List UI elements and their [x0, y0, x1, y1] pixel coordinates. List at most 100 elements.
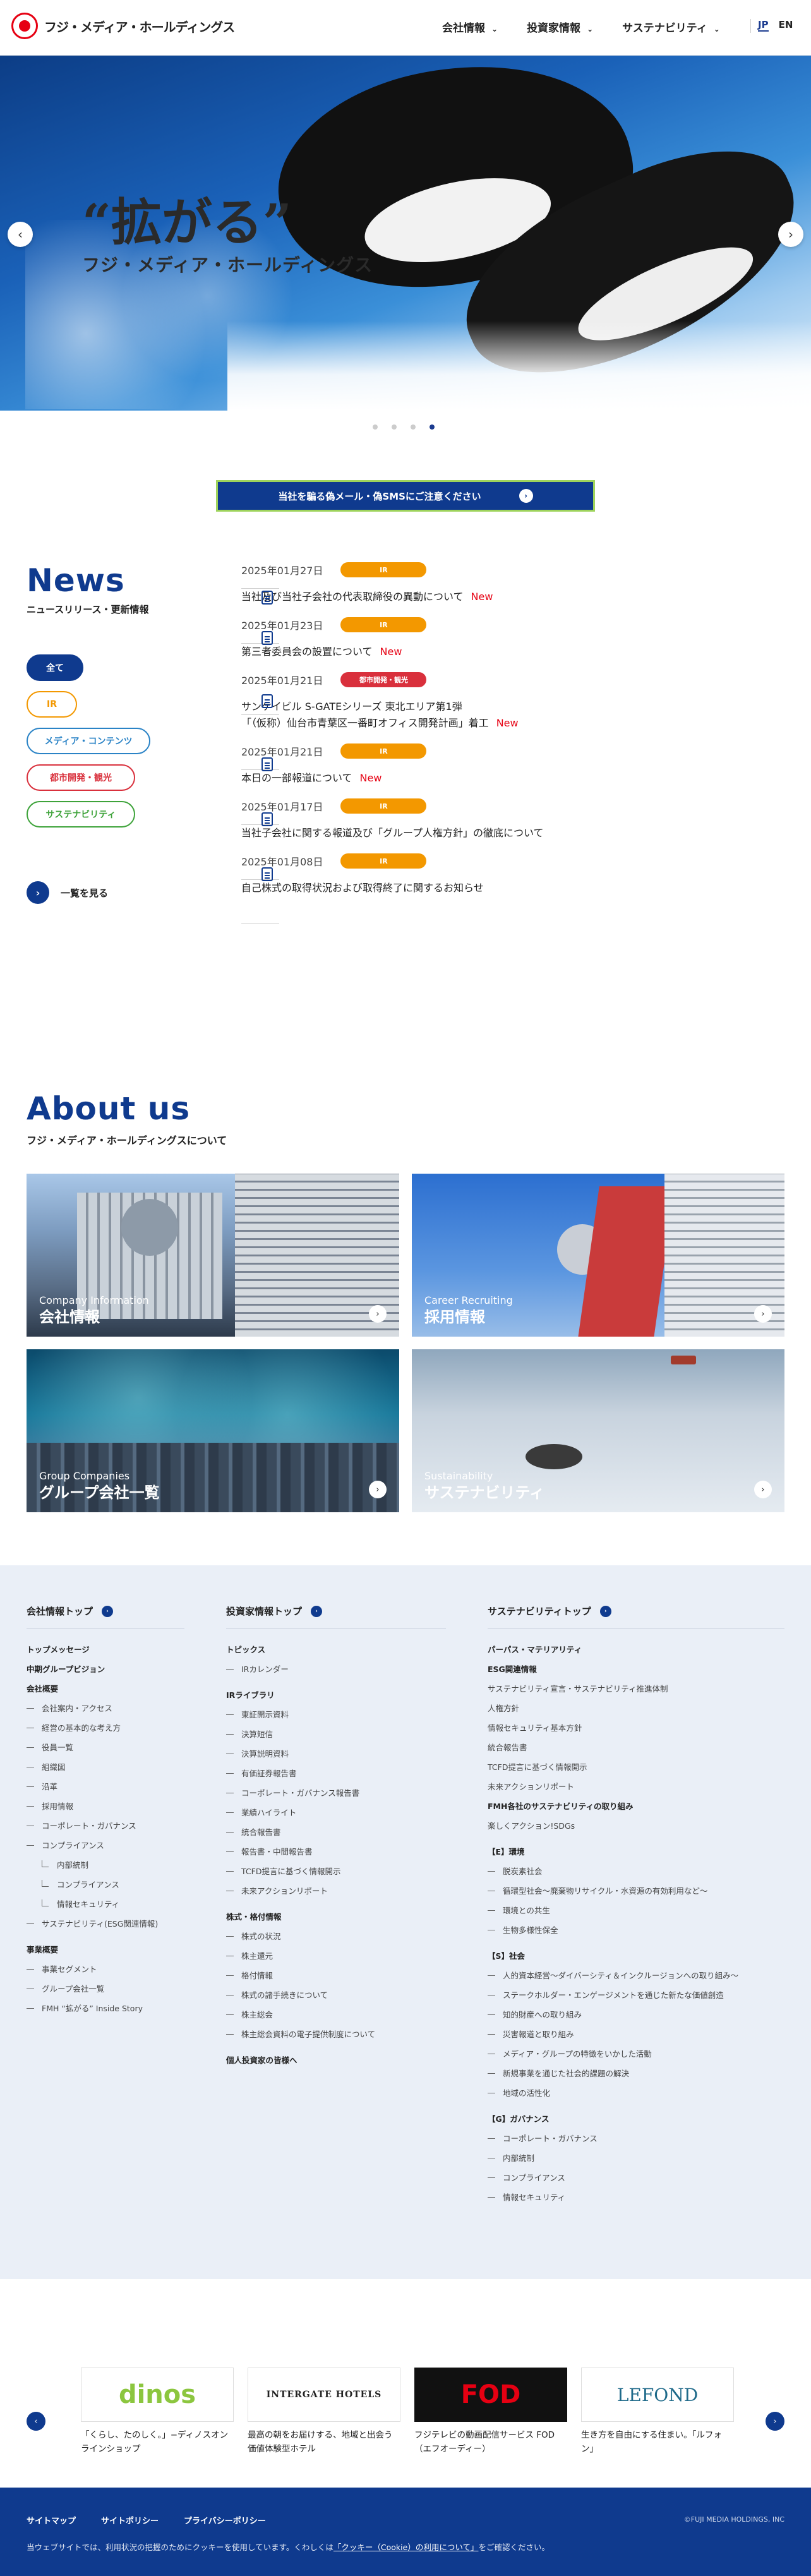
hero-prev-button[interactable]: ‹: [8, 222, 33, 247]
sitemap-link[interactable]: 【E】環境: [488, 1842, 784, 1862]
nav-ir[interactable]: 投資家情報 ⌄: [527, 19, 593, 35]
nav-company[interactable]: 会社情報 ⌄: [442, 19, 498, 35]
sitemap-link[interactable]: 事業概要: [27, 1940, 184, 1959]
about-card-recruit[interactable]: Career Recruiting 採用情報 ›: [412, 1174, 784, 1337]
nav-sustainability[interactable]: サステナビリティ ⌄: [622, 19, 720, 35]
sitemap-link[interactable]: 人権方針: [488, 1699, 784, 1718]
footer-link-privacy[interactable]: プライバシーポリシー: [184, 2514, 266, 2526]
sitemap-link[interactable]: 株主還元: [226, 1946, 446, 1966]
lang-en[interactable]: EN: [779, 19, 793, 32]
sitemap-link[interactable]: 新規事業を通じた社会的課題の解決: [488, 2064, 784, 2083]
sitemap-link[interactable]: 内部統制: [27, 1855, 184, 1875]
banner-fod[interactable]: FOD フジテレビの動画配信サービス FOD（エフオーディー）: [414, 2368, 567, 2456]
news-filter-button[interactable]: 全て: [27, 654, 83, 681]
news-filter-button[interactable]: サステナビリティ: [27, 801, 135, 828]
news-filter-button[interactable]: IR: [27, 691, 77, 718]
sitemap-link[interactable]: 人的資本経営～ダイバーシティ＆インクルージョンへの取り組み～: [488, 1966, 784, 1985]
sitemap-link[interactable]: 沿革: [27, 1777, 184, 1797]
sitemap-link[interactable]: 統合報告書: [488, 1738, 784, 1757]
news-filter-button[interactable]: 都市開発・観光: [27, 764, 135, 791]
sitemap-link[interactable]: 中期グループビジョン: [27, 1659, 184, 1679]
footer-link-sitemap[interactable]: サイトマップ: [27, 2514, 76, 2526]
sitemap-link[interactable]: 内部統制: [488, 2148, 784, 2168]
sitemap-link[interactable]: 組織図: [27, 1757, 184, 1777]
cookie-policy-link[interactable]: 「クッキー（Cookie）の利用について」: [333, 2543, 479, 2552]
sitemap-link[interactable]: 循環型社会～廃棄物リサイクル・水資源の有効利用など～: [488, 1881, 784, 1901]
sitemap-link[interactable]: 未来アクションリポート: [488, 1777, 784, 1797]
sitemap-head-ir[interactable]: 投資家情報トップ ›: [226, 1604, 446, 1628]
sitemap-link[interactable]: メディア・グループの特徴をいかした活動: [488, 2044, 784, 2064]
slide-dot[interactable]: [392, 424, 397, 430]
sitemap-link[interactable]: 未来アクションリポート: [226, 1881, 446, 1901]
sitemap-link[interactable]: サステナビリティ(ESG関連情報): [27, 1914, 184, 1934]
sitemap-link[interactable]: 決算短信: [226, 1724, 446, 1744]
sitemap-link[interactable]: トピックス: [226, 1640, 446, 1659]
sitemap-link[interactable]: 会社概要: [27, 1679, 184, 1699]
sitemap-link[interactable]: 【S】社会: [488, 1946, 784, 1966]
news-filter-button[interactable]: メディア・コンテンツ: [27, 728, 150, 754]
sitemap-link[interactable]: 生物多様性保全: [488, 1920, 784, 1940]
sitemap-link[interactable]: 情報セキュリティ: [488, 2188, 784, 2207]
sitemap-link[interactable]: 株主総会: [226, 2005, 446, 2025]
sitemap-link[interactable]: TCFD提言に基づく情報開示: [226, 1862, 446, 1881]
site-logo[interactable]: フジ・メディア・ホールディングス: [11, 13, 235, 39]
banner-dinos[interactable]: dinos 「くらし、たのしく。」−ディノスオンラインショップ: [81, 2368, 234, 2456]
slide-dot[interactable]: [411, 424, 416, 430]
sitemap-link[interactable]: コンプライアンス: [27, 1836, 184, 1855]
about-card-group[interactable]: Group Companies グループ会社一覧 ›: [27, 1349, 399, 1512]
sitemap-link[interactable]: 個人投資家の皆様へ: [226, 2050, 446, 2070]
sitemap-link[interactable]: FMH各社のサステナビリティの取り組み: [488, 1797, 784, 1816]
sitemap-link[interactable]: 株式の諸手続きについて: [226, 1985, 446, 2005]
sitemap-link[interactable]: 業績ハイライト: [226, 1803, 446, 1822]
sitemap-link[interactable]: ESG関連情報: [488, 1659, 784, 1679]
sitemap-head-company[interactable]: 会社情報トップ ›: [27, 1604, 184, 1628]
sitemap-link[interactable]: 脱炭素社会: [488, 1862, 784, 1881]
sitemap-link[interactable]: 格付情報: [226, 1966, 446, 1985]
sitemap-link[interactable]: 採用情報: [27, 1797, 184, 1816]
sitemap-link[interactable]: パーパス・マテリアリティ: [488, 1640, 784, 1659]
sitemap-link[interactable]: コーポレート・ガバナンス: [27, 1816, 184, 1836]
sitemap-link[interactable]: 株式の状況: [226, 1927, 446, 1946]
sitemap-link[interactable]: 【G】ガバナンス: [488, 2109, 784, 2129]
banner-prev-button[interactable]: ‹: [27, 2412, 45, 2431]
sitemap-head-sustainability[interactable]: サステナビリティトップ ›: [488, 1604, 784, 1628]
sitemap-link[interactable]: 報告書・中間報告書: [226, 1842, 446, 1862]
sitemap-link[interactable]: TCFD提言に基づく情報開示: [488, 1757, 784, 1777]
sitemap-link[interactable]: サステナビリティ宣言・サステナビリティ推進体制: [488, 1679, 784, 1699]
sitemap-link[interactable]: FMH “拡がる” Inside Story: [27, 1999, 184, 2018]
news-item[interactable]: 2025年01月08日 IR 自己株式の取得状況および取得終了に関するお知らせ: [241, 853, 784, 924]
sitemap-link[interactable]: 有価証券報告書: [226, 1764, 446, 1783]
sitemap-link[interactable]: 知的財産への取り組み: [488, 2005, 784, 2025]
sitemap-link[interactable]: 東証開示資料: [226, 1705, 446, 1724]
sitemap-link[interactable]: 情報セキュリティ: [27, 1894, 184, 1914]
sitemap-link[interactable]: 地域の活性化: [488, 2083, 784, 2103]
sitemap-link[interactable]: 環境との共生: [488, 1901, 784, 1920]
sitemap-link[interactable]: IRライブラリ: [226, 1685, 446, 1705]
banner-next-button[interactable]: ›: [766, 2412, 784, 2431]
sitemap-link[interactable]: 統合報告書: [226, 1822, 446, 1842]
about-card-sustainability[interactable]: Sustainability サステナビリティ ›: [412, 1349, 784, 1512]
sitemap-link[interactable]: コーポレート・ガバナンス: [488, 2129, 784, 2148]
sitemap-link[interactable]: 決算説明資料: [226, 1744, 446, 1764]
sitemap-link[interactable]: 株式・格付情報: [226, 1907, 446, 1927]
sitemap-link[interactable]: 楽しくアクション!SDGs: [488, 1816, 784, 1836]
footer-link-site-policy[interactable]: サイトポリシー: [101, 2514, 159, 2526]
sitemap-link[interactable]: コンプライアンス: [27, 1875, 184, 1894]
sitemap-link[interactable]: 株主総会資料の電子提供制度について: [226, 2025, 446, 2044]
lang-jp[interactable]: JP: [758, 19, 769, 32]
sitemap-link[interactable]: トップメッセージ: [27, 1640, 184, 1659]
news-view-all-link[interactable]: › 一覧を見る: [27, 881, 108, 904]
sitemap-link[interactable]: 会社案内・アクセス: [27, 1699, 184, 1718]
sitemap-link[interactable]: 事業セグメント: [27, 1959, 184, 1979]
sitemap-link[interactable]: 経営の基本的な考え方: [27, 1718, 184, 1738]
about-card-company[interactable]: Company Information 会社情報 ›: [27, 1174, 399, 1337]
slide-dot[interactable]: [373, 424, 378, 430]
sitemap-link[interactable]: 役員一覧: [27, 1738, 184, 1757]
banner-lefond[interactable]: LEFOND 生き方を自由にする住まい。「ルフォン」: [581, 2368, 734, 2456]
slide-dot[interactable]: [430, 424, 435, 430]
sitemap-link[interactable]: コンプライアンス: [488, 2168, 784, 2188]
banner-intergate[interactable]: INTERGATE HOTELS 最高の朝をお届けする、地域と出会う価値体験型ホ…: [248, 2368, 400, 2456]
sitemap-link[interactable]: 情報セキュリティ基本方針: [488, 1718, 784, 1738]
sitemap-link[interactable]: ステークホルダー・エンゲージメントを通じた新たな価値創造: [488, 1985, 784, 2005]
fraud-notice-banner[interactable]: 当社を騙る偽メール・偽SMSにご注意ください ›: [216, 480, 595, 512]
